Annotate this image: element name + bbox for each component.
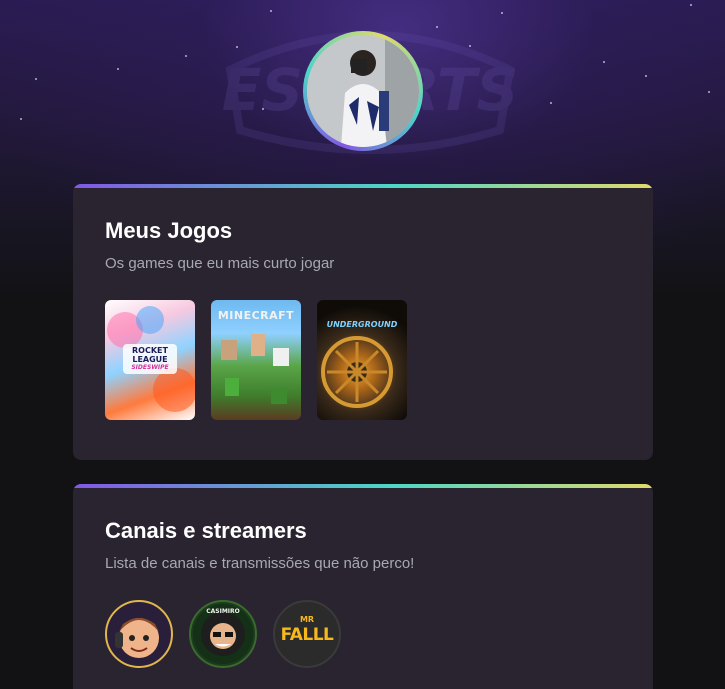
streamer-avatar-casimiro[interactable]: CASIMIRO xyxy=(189,600,257,668)
streamer-label: MR xyxy=(299,615,315,624)
game-cover-nfs-underground[interactable]: UNDERGROUND xyxy=(317,300,407,420)
streamers-card-title: Canais e streamers xyxy=(105,518,307,543)
streamer-avatar-mr-falll[interactable]: MR FALLL xyxy=(273,600,341,668)
game-title-line: ROCKET xyxy=(132,346,168,355)
games-card-title: Meus Jogos xyxy=(105,218,233,243)
avatar-photo xyxy=(307,35,419,147)
games-list: ROCKET LEAGUE SIDESWIPE MINECRAFT UNDERG… xyxy=(105,300,621,420)
game-title-line: MINECRAFT xyxy=(217,309,295,322)
game-cover-minecraft[interactable]: MINECRAFT xyxy=(211,300,301,420)
avatar-person-icon xyxy=(307,35,419,147)
wheel-art-icon xyxy=(321,336,393,408)
profile-avatar[interactable] xyxy=(303,31,423,151)
cartoon-face-icon xyxy=(115,618,159,658)
game-title-line: UNDERGROUND xyxy=(326,320,398,329)
streamer-avatar-1[interactable] xyxy=(105,600,173,668)
streamers-card: Canais e streamers Lista de canais e tra… xyxy=(73,484,653,689)
streamer-label: CASIMIRO xyxy=(206,608,240,615)
game-title-line: SIDESWIPE xyxy=(131,364,169,371)
games-card-subtitle: Os games que eu mais curto jogar xyxy=(105,255,335,272)
games-card: Meus Jogos Os games que eu mais curto jo… xyxy=(73,184,653,460)
game-title-line: LEAGUE xyxy=(132,355,168,364)
streamers-list: CASIMIRO MR FALLL xyxy=(105,600,621,668)
streamer-label: FALLL xyxy=(280,625,334,645)
game-cover-rocket-league[interactable]: ROCKET LEAGUE SIDESWIPE xyxy=(105,300,195,420)
streamers-card-subtitle: Lista de canais e transmissões que não p… xyxy=(105,555,415,572)
